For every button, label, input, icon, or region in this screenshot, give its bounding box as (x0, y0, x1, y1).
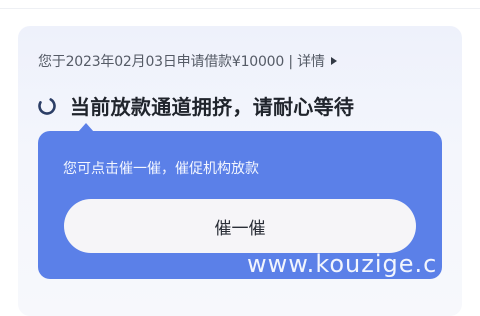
urge-hint-text: 您可点击催一催，催促机构放款 (63, 161, 259, 177)
urge-button[interactable]: 催一催 (64, 199, 416, 253)
urge-panel: 您可点击催一催，催促机构放款 催一催 (38, 123, 442, 279)
urge-panel-pointer (78, 123, 94, 132)
loan-application-text: 您于2023年02月03日申请借款¥10000 | 详情 (38, 54, 325, 70)
status-row: 当前放款通道拥挤，请耐心等待 (37, 91, 354, 120)
caret-right-icon (330, 57, 337, 65)
loading-spinner-icon (38, 96, 56, 115)
loan-details-link[interactable]: 您于2023年02月03日申请借款¥10000 | 详情 (38, 51, 337, 71)
top-divider (0, 8, 480, 9)
status-message: 当前放款通道拥挤，请耐心等待 (70, 95, 355, 119)
